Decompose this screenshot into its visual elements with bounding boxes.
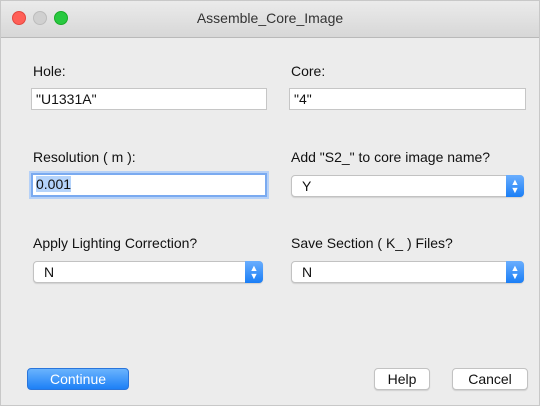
- up-down-chevron-icon: ▲ ▼: [245, 261, 263, 283]
- dialog-window: Assemble_Core_Image Hole: "U1331A" Core:…: [0, 0, 540, 406]
- save-section-label: Save Section ( K_ ) Files?: [291, 235, 453, 251]
- help-button[interactable]: Help: [374, 368, 430, 390]
- up-down-chevron-icon: ▲ ▼: [506, 175, 524, 197]
- resolution-input[interactable]: 0.001: [31, 173, 267, 197]
- save-section-selected-value: N: [302, 264, 313, 280]
- hole-input[interactable]: "U1331A": [31, 88, 267, 110]
- core-input-value: "4": [294, 91, 312, 107]
- lighting-select[interactable]: N ▲ ▼: [33, 261, 263, 283]
- add-s2-selected-value: Y: [302, 178, 312, 194]
- add-s2-select[interactable]: Y ▲ ▼: [291, 175, 524, 197]
- continue-button[interactable]: Continue: [27, 368, 129, 390]
- window-title: Assemble_Core_Image: [196, 10, 344, 26]
- core-input[interactable]: "4": [289, 88, 526, 110]
- resolution-input-value: 0.001: [36, 176, 72, 192]
- lighting-selected-value: N: [44, 264, 55, 280]
- lighting-label: Apply Lighting Correction?: [33, 235, 198, 251]
- hole-label: Hole:: [33, 63, 66, 79]
- core-label: Core:: [291, 63, 326, 79]
- add-s2-label: Add "S2_" to core image name?: [291, 149, 491, 165]
- save-section-select[interactable]: N ▲ ▼: [291, 261, 524, 283]
- title-bar[interactable]: Assemble_Core_Image: [1, 1, 539, 38]
- hole-input-value: "U1331A": [36, 91, 97, 107]
- resolution-label: Resolution ( m ):: [33, 149, 136, 165]
- up-down-chevron-icon: ▲ ▼: [506, 261, 524, 283]
- cancel-button[interactable]: Cancel: [452, 368, 528, 390]
